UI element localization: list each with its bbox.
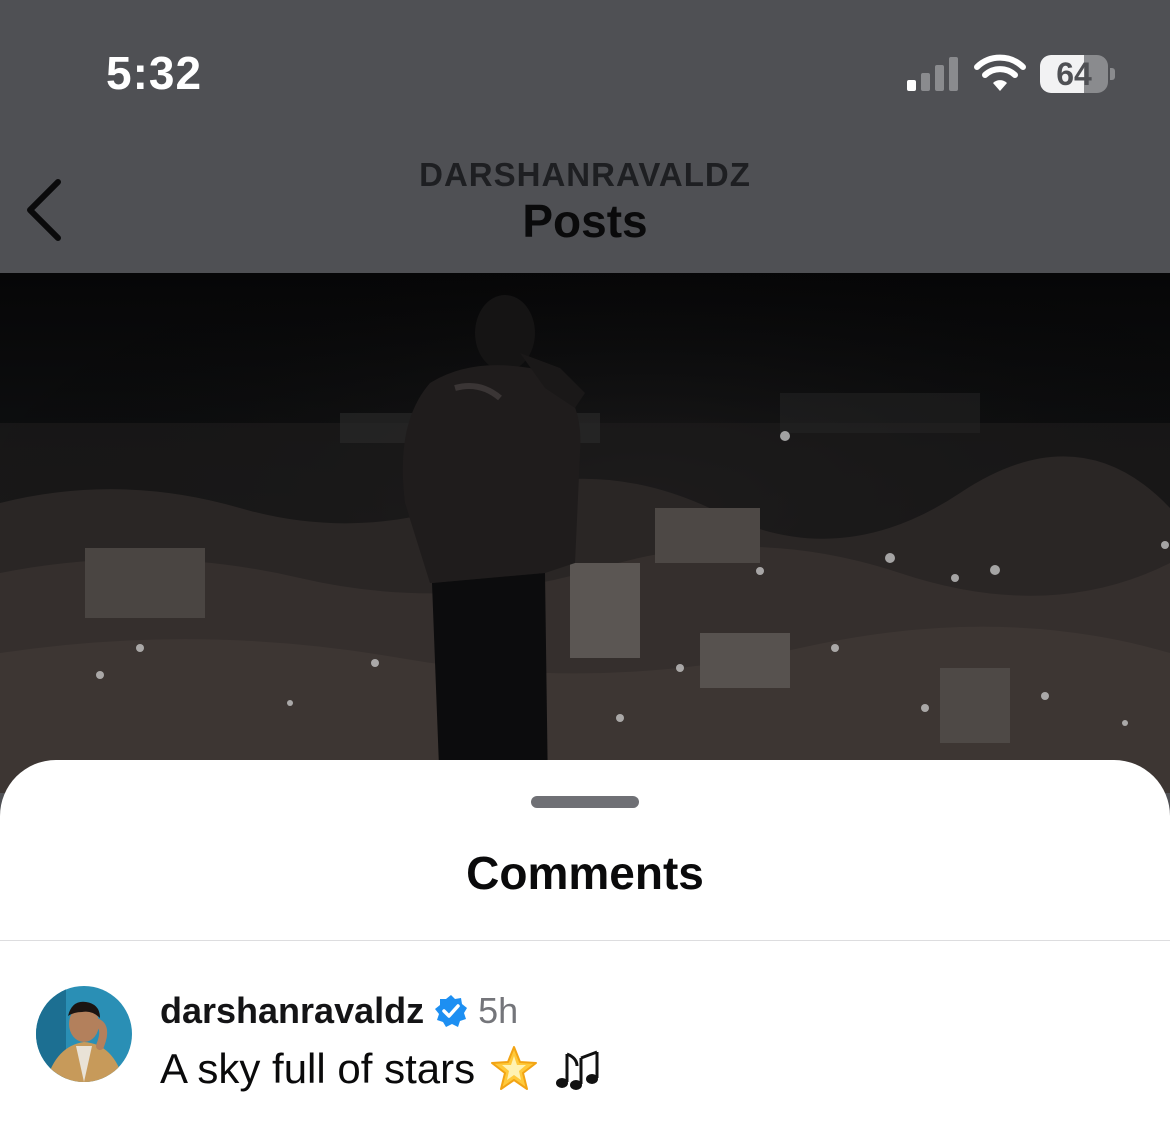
avatar[interactable] — [36, 986, 132, 1082]
battery-indicator: 64 — [1040, 55, 1116, 95]
comment-timestamp: 5h — [478, 990, 519, 1031]
profile-username: DARSHANRAVALDZ — [419, 156, 751, 193]
status-bar: 5:32 64 — [0, 0, 1170, 150]
comment-username[interactable]: darshanravaldz — [160, 990, 424, 1032]
cellular-signal-icon — [907, 57, 958, 91]
concert-stage-photo — [0, 273, 1170, 793]
comment-body: A sky full of stars — [160, 1045, 476, 1092]
sheet-drag-handle[interactable] — [531, 796, 639, 808]
verified-badge-icon — [435, 995, 468, 1027]
nav-header: DARSHANRAVALDZ Posts — [0, 150, 1170, 273]
glowing-star-emoji — [491, 1046, 538, 1090]
battery-level: 64 — [1056, 56, 1092, 92]
comments-title: Comments — [466, 847, 704, 899]
divider — [0, 940, 1170, 941]
page-title: Posts — [522, 195, 648, 247]
comment-header: darshanravaldz 5h — [160, 988, 518, 1034]
comment-item[interactable]: darshanravaldz 5h A sky full of stars — [0, 984, 1170, 1094]
comment-text-row: A sky full of stars — [160, 1044, 607, 1094]
comments-sheet: Comments darshanravaldz 5h A sky full of… — [0, 760, 1170, 1140]
musical-notes-emoji — [556, 1050, 599, 1090]
wifi-icon — [974, 54, 1026, 91]
post-image[interactable] — [0, 273, 1170, 793]
status-time: 5:32 — [106, 47, 203, 99]
